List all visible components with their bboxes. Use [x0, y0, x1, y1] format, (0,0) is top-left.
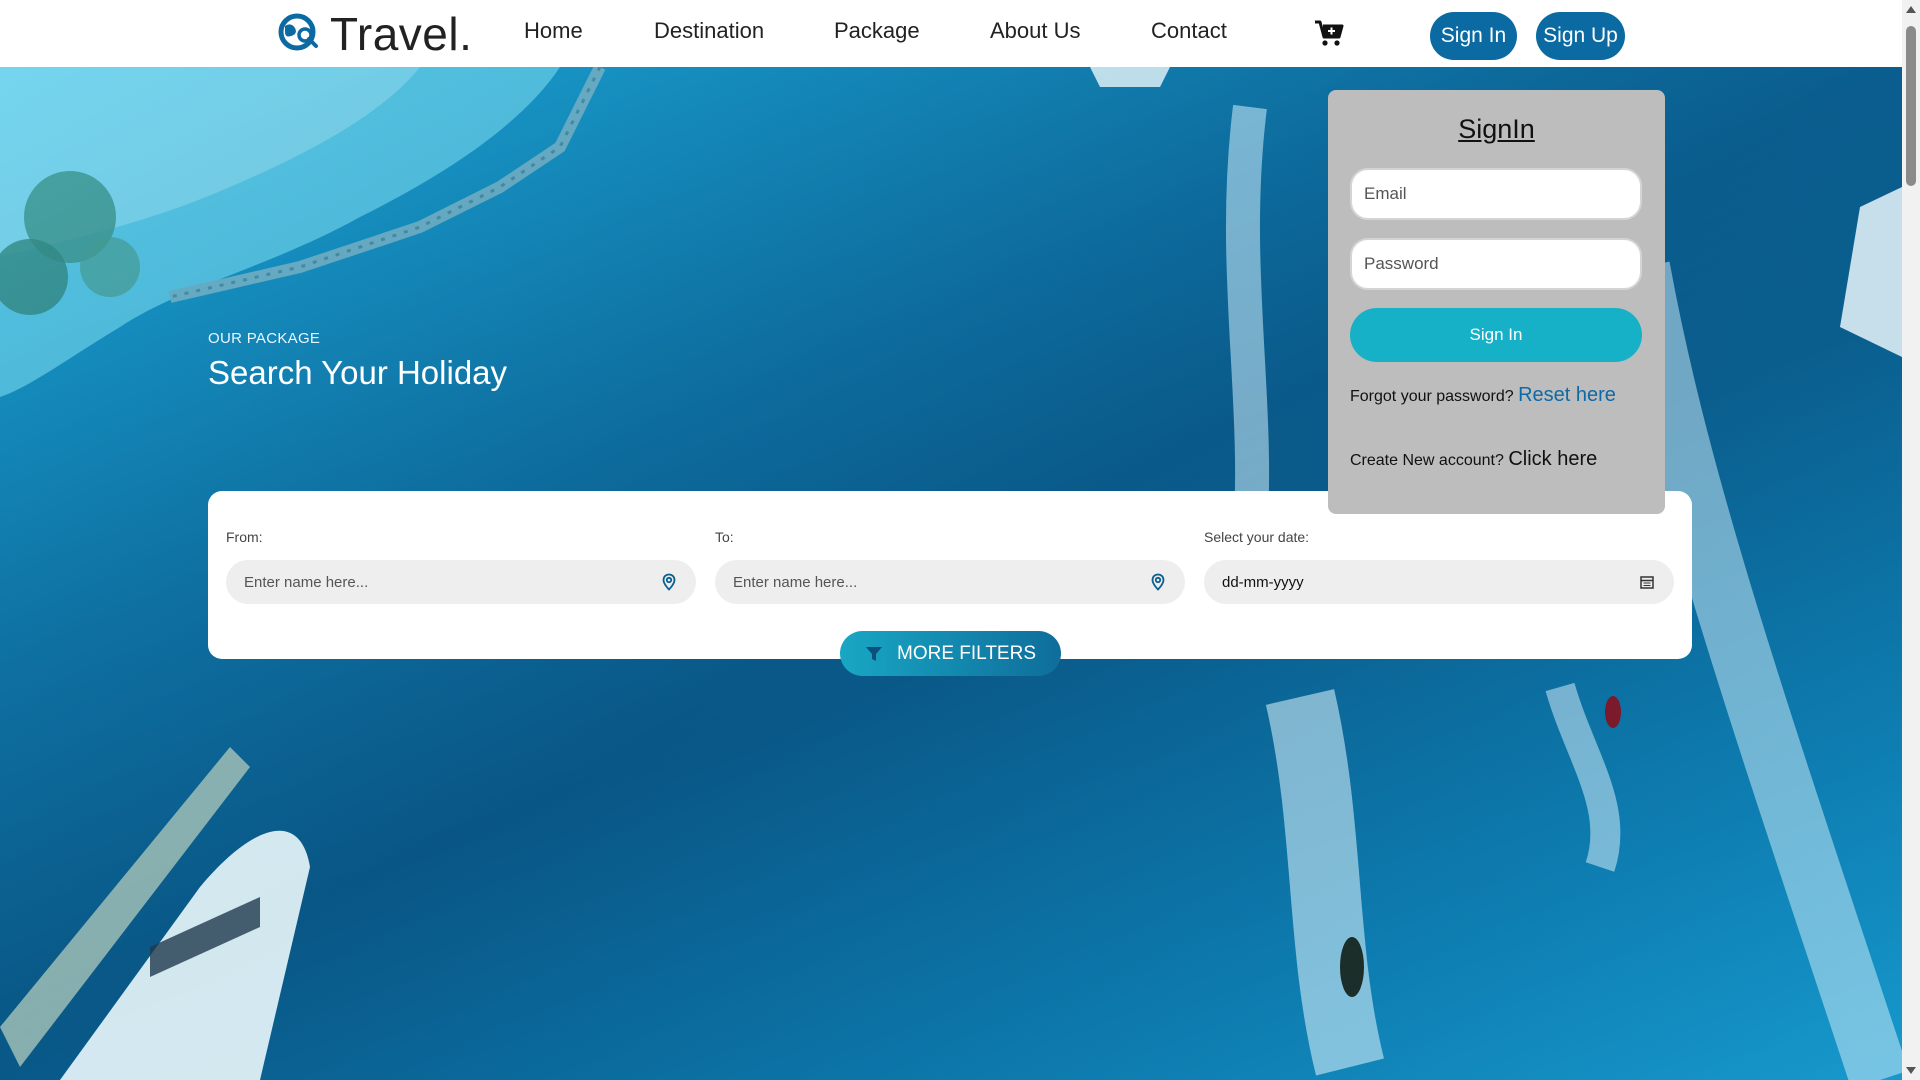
- header-signin-button[interactable]: Sign In: [1430, 12, 1517, 60]
- email-field[interactable]: Email: [1350, 168, 1642, 220]
- nav-about-us[interactable]: About Us: [990, 17, 1081, 45]
- globe-search-icon: [278, 13, 318, 51]
- nav-home[interactable]: Home: [524, 17, 583, 45]
- from-placeholder: Enter name here...: [244, 573, 369, 591]
- email-placeholder: Email: [1364, 184, 1407, 203]
- password-placeholder: Password: [1364, 254, 1439, 273]
- nav-contact[interactable]: Contact: [1151, 17, 1227, 45]
- reset-password-link[interactable]: Reset here: [1518, 384, 1616, 406]
- date-input[interactable]: dd-mm-yyyy: [1204, 560, 1674, 604]
- forgot-password-line: Forgot your password? Reset here: [1350, 384, 1616, 407]
- password-field[interactable]: Password: [1350, 238, 1642, 290]
- nav-destination[interactable]: Destination: [654, 17, 764, 45]
- create-account-link[interactable]: Click here: [1508, 448, 1597, 470]
- more-filters-label: MORE FILTERS: [897, 642, 1036, 664]
- signin-title: SignIn: [1458, 114, 1535, 144]
- brand-name: Travel.: [330, 8, 473, 60]
- filter-icon: [866, 646, 882, 661]
- to-input[interactable]: Enter name here...: [715, 560, 1185, 604]
- create-account-line: Create New account? Click here: [1350, 448, 1597, 471]
- location-pin-icon: [662, 573, 676, 591]
- nav-package[interactable]: Package: [834, 17, 920, 45]
- signin-card: SignIn Email Password Sign In Forgot you…: [1328, 90, 1665, 514]
- page-scrollbar[interactable]: [1902, 0, 1920, 1080]
- date-value: dd-mm-yyyy: [1222, 573, 1304, 591]
- calendar-icon[interactable]: [1638, 573, 1656, 591]
- from-input[interactable]: Enter name here...: [226, 560, 696, 604]
- location-pin-icon: [1151, 573, 1165, 591]
- header-signup-button[interactable]: Sign Up: [1536, 12, 1625, 60]
- hero-eyebrow: OUR PACKAGE: [208, 330, 321, 347]
- signin-submit-button[interactable]: Sign In: [1350, 308, 1642, 362]
- from-label: From:: [226, 529, 263, 545]
- brand-logo[interactable]: Travel.: [278, 6, 472, 62]
- forgot-password-text: Forgot your password?: [1350, 388, 1514, 405]
- site-header: Travel. Home Destination Package About U…: [0, 0, 1902, 67]
- cart-icon[interactable]: [1314, 19, 1344, 47]
- hero-headline: Search Your Holiday: [208, 354, 508, 391]
- date-label: Select your date:: [1204, 529, 1310, 545]
- to-label: To:: [715, 529, 734, 545]
- more-filters-button[interactable]: MORE FILTERS: [840, 631, 1061, 676]
- to-placeholder: Enter name here...: [733, 573, 858, 591]
- scroll-up-arrow-icon[interactable]: [1906, 6, 1916, 13]
- create-account-text: Create New account?: [1350, 452, 1504, 469]
- scroll-down-arrow-icon[interactable]: [1906, 1067, 1916, 1074]
- scroll-thumb[interactable]: [1906, 26, 1916, 186]
